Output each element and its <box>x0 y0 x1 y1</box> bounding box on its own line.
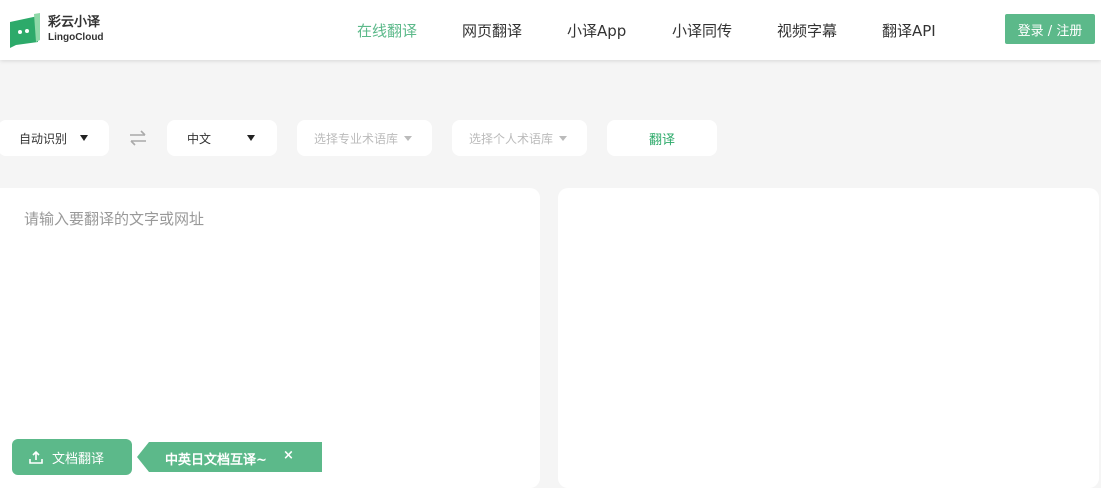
personal-glossary-placeholder: 选择个人术语库 <box>469 131 554 146</box>
translation-result-panel <box>558 188 1099 488</box>
personal-glossary-select[interactable]: 选择个人术语库 <box>452 120 587 156</box>
source-text-input[interactable]: 请输入要翻译的文字或网址 <box>24 208 204 229</box>
close-icon[interactable]: × <box>283 448 294 463</box>
nav-video-subtitles[interactable]: 视频字幕 <box>777 20 837 41</box>
swap-languages-icon[interactable] <box>128 128 148 148</box>
brand-name-cn: 彩云小译 <box>48 15 101 30</box>
nav-web-translate[interactable]: 网页翻译 <box>462 20 522 41</box>
document-translate-label: 文档翻译 <box>52 451 105 467</box>
target-language-select[interactable]: 中文 <box>167 120 277 156</box>
top-header: 彩云小译 LingoCloud 在线翻译 网页翻译 小译App 小译同传 视频字… <box>0 0 1101 60</box>
chevron-down-icon <box>247 135 255 141</box>
pro-glossary-select[interactable]: 选择专业术语库 <box>297 120 432 156</box>
brand-name-en: LingoCloud <box>48 32 104 43</box>
nav-online-translate[interactable]: 在线翻译 <box>357 20 417 41</box>
source-language-select[interactable]: 自动识别 <box>0 120 109 156</box>
tip-text: 中英日文档互译~ <box>165 453 267 468</box>
chevron-down-icon <box>559 135 567 141</box>
nav-api[interactable]: 翻译API <box>882 20 936 41</box>
chevron-down-icon <box>80 135 88 141</box>
logo[interactable]: 彩云小译 LingoCloud <box>8 12 104 48</box>
nav-simultaneous[interactable]: 小译同传 <box>672 20 732 41</box>
target-language-value: 中文 <box>187 131 212 146</box>
upload-icon <box>29 450 43 464</box>
document-translate-tip: 中英日文档互译~ × <box>137 442 322 472</box>
pro-glossary-placeholder: 选择专业术语库 <box>314 131 399 146</box>
nav-app[interactable]: 小译App <box>567 20 626 41</box>
document-translate-button[interactable]: 文档翻译 <box>12 439 132 475</box>
translate-button[interactable]: 翻译 <box>607 120 717 156</box>
chevron-down-icon <box>404 135 412 141</box>
logo-icon <box>10 13 40 48</box>
login-register-button[interactable]: 登录 / 注册 <box>1005 14 1095 44</box>
source-language-value: 自动识别 <box>19 131 68 146</box>
